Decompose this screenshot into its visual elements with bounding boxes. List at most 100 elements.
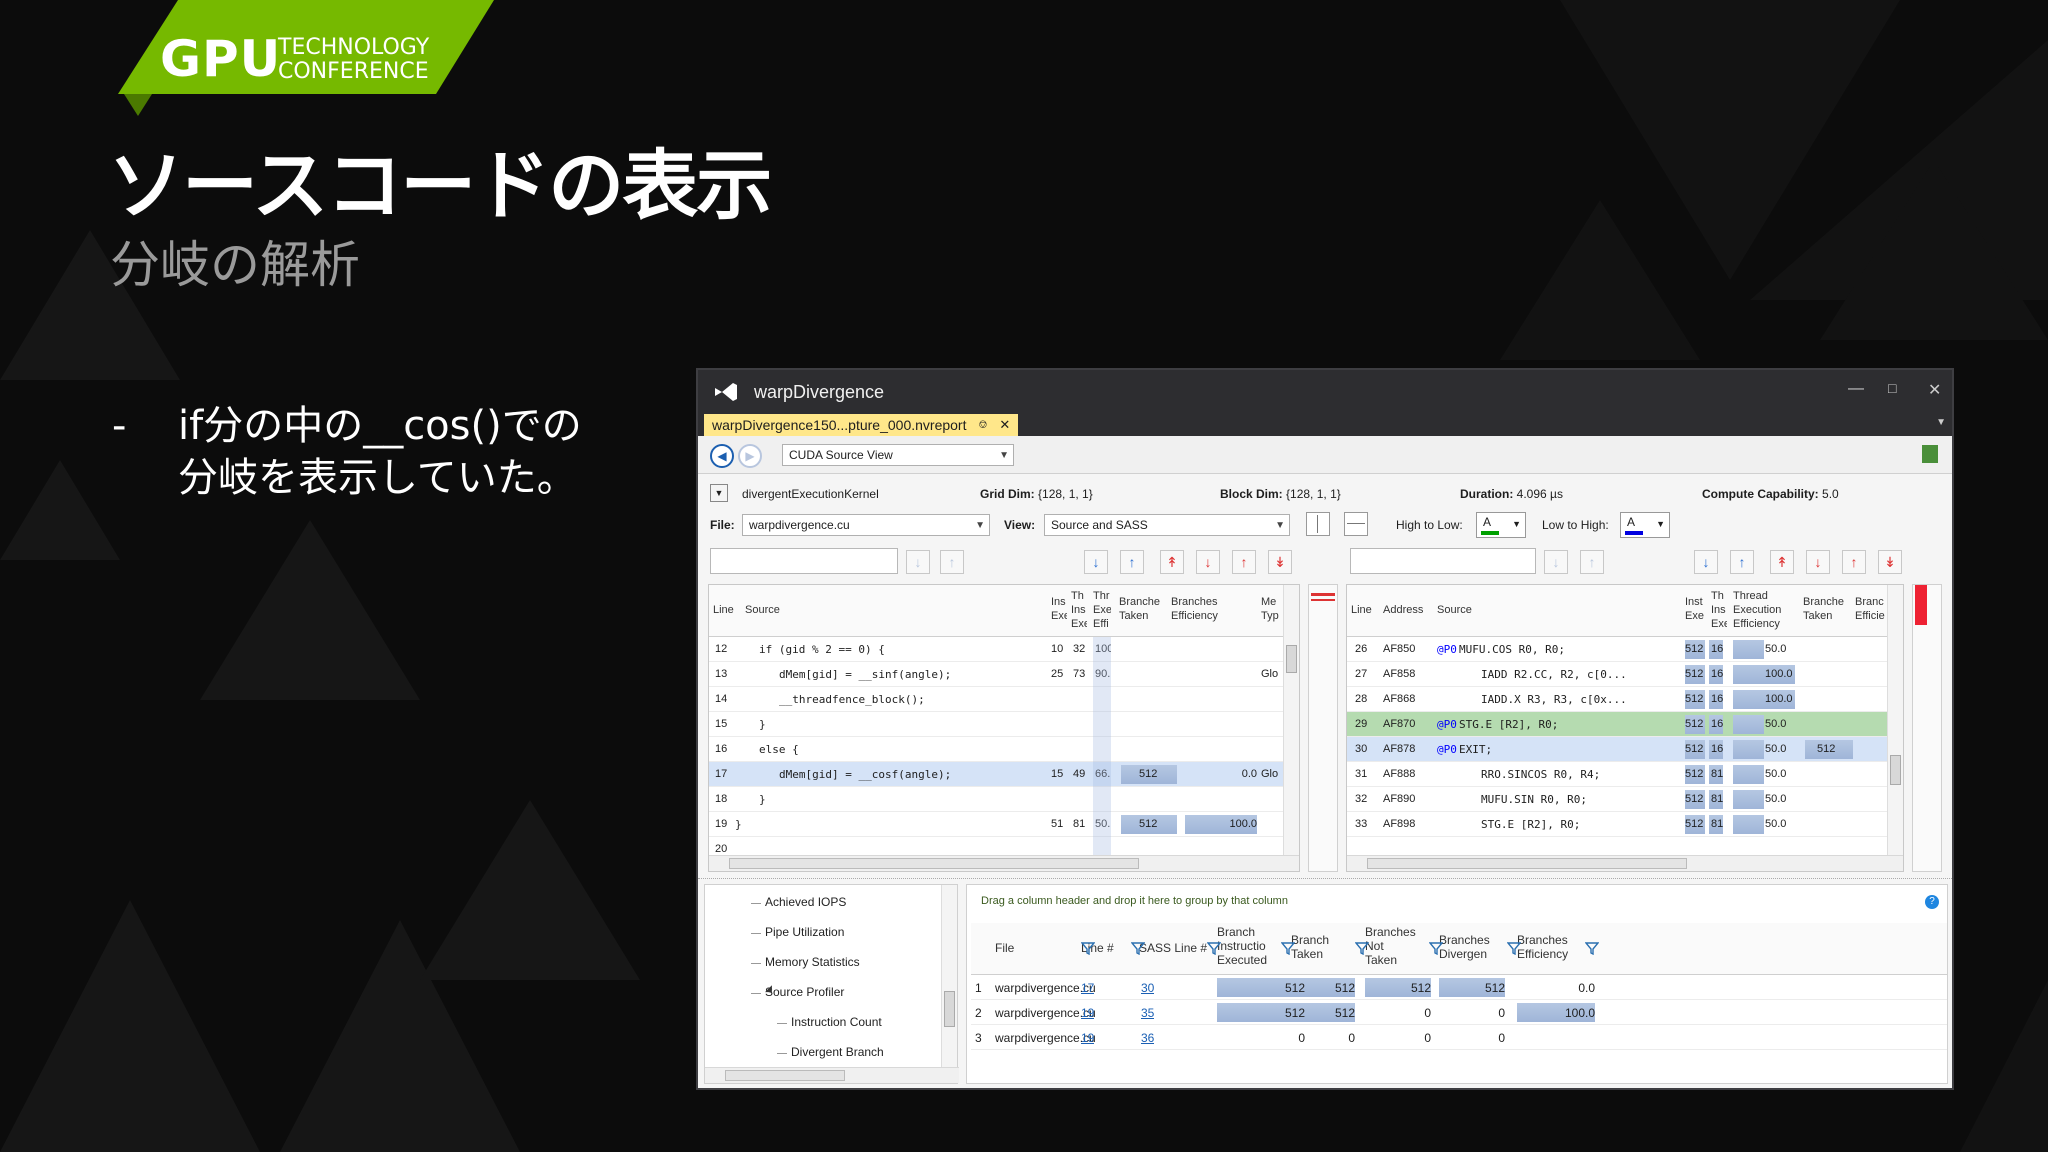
sass-row[interactable]: 32 AF890 MUFU.SIN R0, R0; 512 81 50.0 [1347, 787, 1889, 812]
col-thread-eff[interactable]: Thr Exe Effi [1093, 589, 1111, 631]
hot-first-icon[interactable]: ↟ [1160, 550, 1184, 574]
source-row[interactable]: 16 else { [709, 737, 1285, 762]
branch-row[interactable]: 2 warpdivergence.cu 19 35 512 512 0 0 100.0 [971, 1000, 1947, 1025]
filter-icon[interactable] [1429, 941, 1443, 955]
col-sass-branches-taken[interactable]: Branche Taken [1803, 595, 1851, 623]
col-inst-exec[interactable]: Inst Exe [1685, 595, 1707, 623]
col-branches-taken[interactable]: Branche Taken [1119, 595, 1169, 623]
view-mode-select[interactable]: Source and SASS ▼ [1044, 514, 1290, 536]
pin-icon[interactable]: ⎊ [979, 419, 988, 432]
col-mem-type[interactable]: Me Typ [1261, 595, 1279, 623]
col-branches-not-taken[interactable]: Branches Not Taken [1365, 925, 1421, 967]
col-sass-source[interactable]: Source [1437, 603, 1472, 617]
sass-search-up-icon[interactable]: ↑ [1580, 550, 1604, 574]
close-icon[interactable]: ✕ [1928, 380, 1941, 400]
col-file[interactable]: File [995, 941, 1014, 955]
tab-dropdown-icon[interactable]: ▼ [1936, 417, 1946, 428]
high-to-low-color-picker[interactable]: A ▼ [1476, 512, 1526, 538]
sass-row[interactable]: 28 AF868 IADD.X R3, R3, c[0x... 512 16 100.0 [1347, 687, 1889, 712]
next-down-icon[interactable]: ↓ [1084, 550, 1108, 574]
view-select[interactable]: CUDA Source View ▼ [782, 444, 1014, 466]
overview-ruler[interactable] [1308, 584, 1338, 872]
tree-item[interactable]: Achieved IOPS [765, 895, 846, 909]
sass-search-down-icon[interactable]: ↓ [1544, 550, 1568, 574]
source-row[interactable]: 18} [709, 787, 1285, 812]
source-row[interactable]: 15} [709, 712, 1285, 737]
filter-icon[interactable] [1081, 941, 1095, 955]
maximize-icon[interactable]: □ [1888, 380, 1896, 396]
col-line[interactable]: Line [713, 603, 734, 617]
col-thread-inst-exec[interactable]: ThInsExe [1711, 589, 1727, 631]
branch-cell-sass[interactable]: 35 [1141, 1006, 1154, 1020]
col-inst-executed[interactable]: InsExe [1051, 595, 1067, 623]
tree-hscrollbar[interactable] [705, 1067, 959, 1083]
side-by-side-layout-icon[interactable] [1306, 512, 1330, 536]
sass-row[interactable]: 33 AF898 STG.E [R2], R0; 512 81 50.0 [1347, 812, 1889, 837]
hot-last-icon[interactable]: ↡ [1268, 550, 1292, 574]
branch-cell-line[interactable]: 19 [1081, 1031, 1094, 1045]
file-select[interactable]: warpdivergence.cu ▼ [742, 514, 990, 536]
sass-hot-prev-icon[interactable]: ↑ [1842, 550, 1866, 574]
col-sass-line[interactable]: Line [1351, 603, 1372, 617]
source-row[interactable]: 13 dMem[gid] = __sinf(angle); 25 73 90. Glo [709, 662, 1285, 687]
help-icon[interactable]: ? [1925, 895, 1939, 909]
low-to-high-color-picker[interactable]: A ▼ [1620, 512, 1670, 538]
source-vscrollbar[interactable] [1283, 585, 1299, 855]
col-address[interactable]: Address [1383, 603, 1423, 617]
search-up-icon[interactable]: ↑ [940, 550, 964, 574]
filter-icon[interactable] [1281, 941, 1295, 955]
source-search-input[interactable] [710, 548, 898, 574]
filter-icon[interactable] [1355, 941, 1369, 955]
tree-item[interactable]: Memory Statistics [765, 955, 860, 969]
branch-row[interactable]: 3 warpdivergence.cu 19 36 0 0 0 0 [971, 1025, 1947, 1050]
tree-vscrollbar[interactable] [941, 885, 957, 1067]
forward-button[interactable]: ▶ [738, 444, 762, 468]
minimize-icon[interactable]: — [1848, 380, 1864, 398]
tab-close-icon[interactable]: ✕ [999, 417, 1010, 433]
col-thread-exec-eff[interactable]: Thread Execution Efficiency [1733, 589, 1793, 631]
col-thread-inst[interactable]: ThInsExe [1071, 589, 1087, 631]
col-branch-inst-exec[interactable]: Branch Instructio Executed [1217, 925, 1273, 967]
filter-icon[interactable] [1507, 941, 1521, 955]
sass-row[interactable]: 31 AF888 RRO.SINCOS R0, R4; 512 81 50.0 [1347, 762, 1889, 787]
sass-search-input[interactable] [1350, 548, 1536, 574]
sass-row[interactable]: 26 AF850 @P0 MUFU.COS R0, R0; 512 16 50.0 [1347, 637, 1889, 662]
tree-item[interactable]: Source Profiler [765, 985, 844, 999]
col-source[interactable]: Source [745, 603, 780, 617]
sass-hot-first-icon[interactable]: ↟ [1770, 550, 1794, 574]
sass-vscrollbar[interactable] [1887, 585, 1903, 855]
filter-icon[interactable] [1207, 941, 1221, 955]
tree-expand-icon[interactable]: ◢ [765, 983, 772, 994]
next-up-icon[interactable]: ↑ [1120, 550, 1144, 574]
panel-splitter[interactable] [698, 878, 1952, 882]
col-sass-branch-eff[interactable]: Branc Efficie [1855, 595, 1889, 623]
sass-hot-next-icon[interactable]: ↓ [1806, 550, 1830, 574]
tree-item[interactable]: Pipe Utilization [765, 925, 844, 939]
col-branches-efficiency[interactable]: Branches Efficiency [1517, 933, 1577, 961]
tree-item[interactable]: Instruction Count [791, 1015, 882, 1029]
tree-item[interactable]: Divergent Branch [791, 1045, 884, 1059]
stacked-layout-icon[interactable] [1344, 512, 1368, 536]
branch-cell-line[interactable]: 19 [1081, 1006, 1094, 1020]
sass-row[interactable]: 29 AF870 @P0 STG.E [R2], R0; 512 16 50.0 [1347, 712, 1889, 737]
search-down-icon[interactable]: ↓ [906, 550, 930, 574]
branch-cell-sass[interactable]: 30 [1141, 981, 1154, 995]
col-branch-taken[interactable]: Branch Taken [1291, 933, 1331, 961]
col-sass-line-num[interactable]: SASS Line # [1139, 941, 1207, 955]
source-row[interactable]: 17 dMem[gid] = __cosf(angle); 15 49 66. Glo 51… [709, 762, 1285, 787]
sass-hscrollbar[interactable] [1347, 855, 1903, 871]
back-button[interactable]: ◀ [710, 444, 734, 468]
source-row[interactable]: 14 __threadfence_block(); [709, 687, 1285, 712]
filter-icon[interactable] [1585, 941, 1599, 955]
col-branch-efficiency[interactable]: Branches Efficiency [1171, 595, 1227, 623]
sass-next-down-icon[interactable]: ↓ [1694, 550, 1718, 574]
branch-row[interactable]: 1 warpdivergence.cu 17 30 512 512 512 512 0.0 [971, 975, 1947, 1000]
sass-hot-last-icon[interactable]: ↡ [1878, 550, 1902, 574]
export-icon[interactable] [1922, 445, 1938, 463]
sass-row[interactable]: 27 AF858 IADD R2.CC, R2, c[0... 512 16 100.0 [1347, 662, 1889, 687]
col-branches-divergent[interactable]: Branches Divergen [1439, 933, 1499, 961]
source-hscrollbar[interactable] [709, 855, 1299, 871]
branch-cell-sass[interactable]: 36 [1141, 1031, 1154, 1045]
source-row[interactable]: 12if (gid % 2 == 0) {1032100 [709, 637, 1285, 662]
sass-row[interactable]: 30 AF878 @P0 EXIT; 512 16 50.0 512 [1347, 737, 1889, 762]
